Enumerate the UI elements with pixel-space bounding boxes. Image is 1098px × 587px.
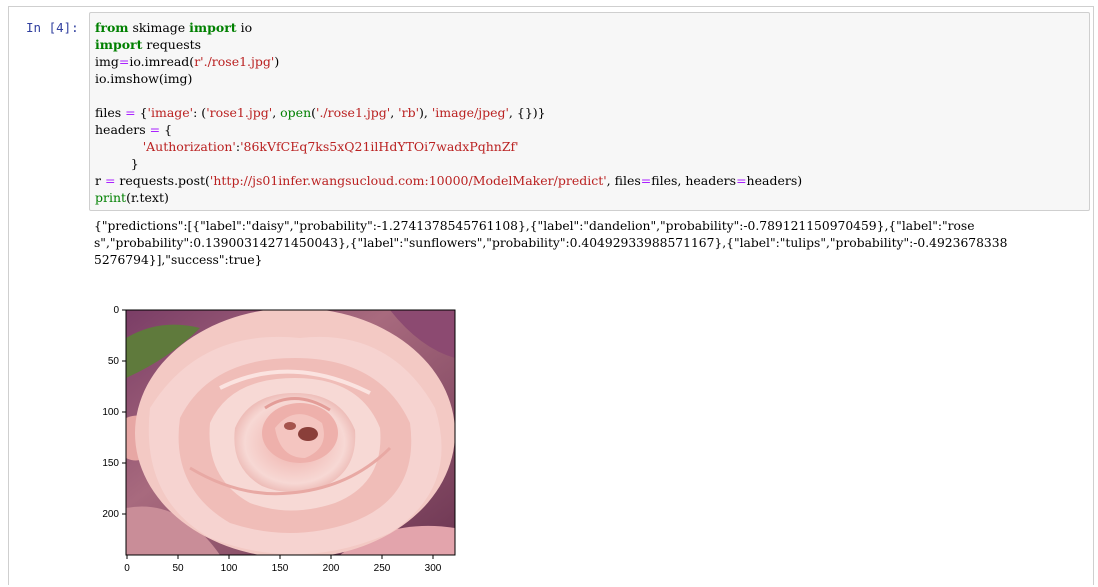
code-line[interactable]: io.imshow(img) <box>95 70 802 87</box>
code-line[interactable]: r = requests.post('http://js01infer.wang… <box>95 172 802 189</box>
x-tick-label: 0 <box>124 563 130 574</box>
code-line[interactable]: files = {'image': ('rose1.jpg', open('./… <box>95 104 802 121</box>
x-axis: 0 50 100 150 200 250 300 <box>124 555 442 574</box>
x-tick-label: 300 <box>425 563 442 574</box>
code-line[interactable] <box>95 87 802 104</box>
y-tick-label: 200 <box>102 509 119 520</box>
imshow-plot: 0 50 100 150 200 0 50 100 150 200 250 30… <box>90 298 470 587</box>
code-line[interactable]: headers = { <box>95 121 802 138</box>
x-tick-label: 150 <box>272 563 289 574</box>
code-line[interactable]: from skimage import io <box>95 19 802 36</box>
y-axis: 0 50 100 150 200 <box>102 305 126 520</box>
y-tick-label: 150 <box>102 458 119 469</box>
rose-image <box>126 310 455 555</box>
code-line[interactable]: 'Authorization':'86kVfCEq7ks5xQ21ilHdYTO… <box>95 138 802 155</box>
cell-prompt: In [4]: <box>26 20 79 35</box>
x-tick-label: 50 <box>172 563 184 574</box>
output-line: s","probability":0.13900314271450043},{"… <box>94 236 1008 250</box>
code-line[interactable]: } <box>95 155 802 172</box>
y-tick-label: 0 <box>113 305 119 316</box>
output-line: {"predictions":[{"label":"daisy","probab… <box>94 219 975 233</box>
plot-svg: 0 50 100 150 200 0 50 100 150 200 250 30… <box>102 305 456 574</box>
x-tick-label: 250 <box>374 563 391 574</box>
code-line[interactable]: img=io.imread(r'./rose1.jpg') <box>95 53 802 70</box>
code-editor[interactable]: from skimage import io import requests img… <box>89 12 1090 211</box>
code-line[interactable]: print(r.text) <box>95 189 802 206</box>
y-tick-label: 50 <box>108 356 120 367</box>
output-line: 5276794}],"success":true} <box>94 253 263 267</box>
code-line[interactable]: import requests <box>95 36 802 53</box>
x-tick-label: 100 <box>221 563 238 574</box>
y-tick-label: 100 <box>102 407 119 418</box>
code-text[interactable]: from skimage import io import requests img… <box>95 19 802 206</box>
cell-output-text: {"predictions":[{"label":"daisy","probab… <box>94 218 1084 269</box>
x-tick-label: 200 <box>323 563 340 574</box>
